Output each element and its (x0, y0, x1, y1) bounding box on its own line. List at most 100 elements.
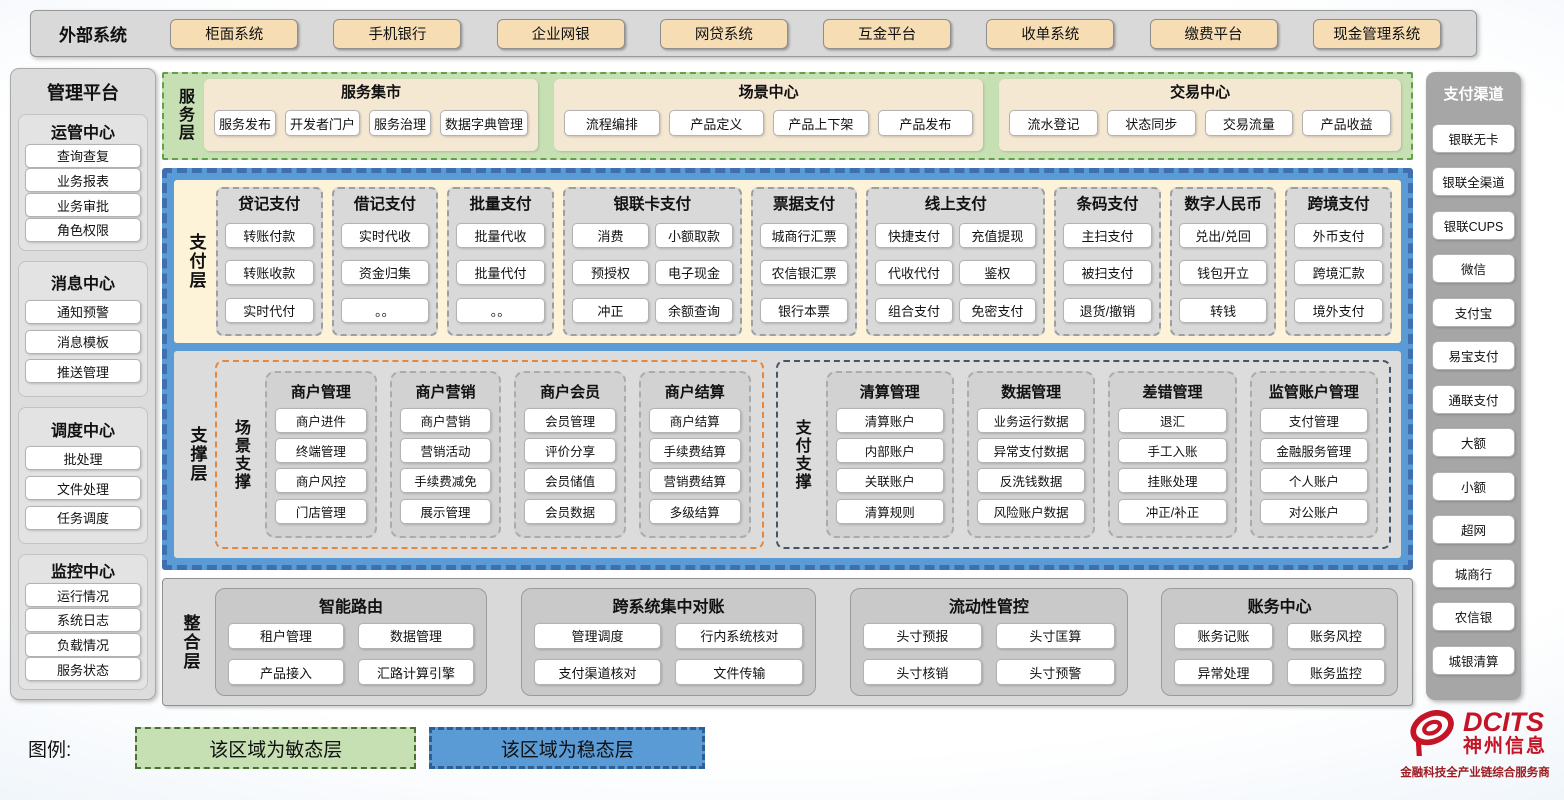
service-item-node: 状态同步 (1107, 110, 1196, 136)
payment-channel-items: 银联无卡银联全渠道银联CUPS微信支付宝易宝支付通联支付大额小额超网城商行农信银… (1432, 109, 1515, 689)
support-group: 监管账户管理支付管理金融服务管理个人账户对公账户 (1250, 371, 1378, 538)
payment-layer-label: 支付层 (183, 187, 209, 336)
integration-item-node: 账务风控 (1287, 623, 1385, 649)
management-item-node: 推送管理 (25, 359, 141, 383)
support-item-node: 会员数据 (524, 499, 616, 524)
payment-column-items: 实时代收资金归集。。 (339, 216, 432, 329)
integration-group: 跨系统集中对账管理调度行内系统核对支付渠道核对文件传输 (521, 588, 817, 696)
management-item-node: 任务调度 (25, 506, 141, 530)
integration-item-node: 行内系统核对 (675, 623, 803, 649)
payment-channel-node: 大额 (1432, 428, 1515, 457)
payment-item-node: 。。 (341, 298, 430, 323)
integration-group-items: 管理调度行内系统核对支付渠道核对文件传输 (534, 620, 804, 688)
management-item-node: 角色权限 (25, 218, 141, 242)
service-item-node: 产品定义 (669, 110, 765, 136)
management-item-node: 业务报表 (25, 168, 141, 192)
support-group: 商户会员会员管理评价分享会员储值会员数据 (514, 371, 626, 538)
support-group: 商户营销商户营销营销活动手续费减免展示管理 (390, 371, 502, 538)
support-group-title: 监管账户管理 (1260, 381, 1368, 402)
payment-item-node: 批量代付 (456, 260, 545, 285)
management-platform-panel: 管理平台 运管中心查询查复业务报表业务审批角色权限消息中心通知预警消息模板推送管… (10, 68, 156, 700)
support-item-node: 反洗钱数据 (977, 468, 1085, 493)
external-systems-bar: 外部系统 柜面系统手机银行企业网银网贷系统互金平台收单系统缴费平台现金管理系统 (30, 10, 1477, 57)
management-section-title: 调度中心 (25, 417, 141, 441)
payment-channel-node: 超网 (1432, 515, 1515, 544)
support-item-node: 业务运行数据 (977, 408, 1085, 433)
payment-item-node: 鉴权 (959, 260, 1036, 285)
support-item-node: 风险账户数据 (977, 499, 1085, 524)
support-item-node: 展示管理 (400, 499, 492, 524)
integration-item-node: 支付渠道核对 (534, 659, 662, 685)
external-system-node: 现金管理系统 (1313, 19, 1441, 49)
integration-layer-label: 整合层 (177, 588, 203, 696)
external-system-node: 柜面系统 (170, 19, 298, 49)
service-item-node: 流程编排 (564, 110, 660, 136)
integration-item-node: 头寸核销 (863, 659, 982, 685)
support-item-node: 评价分享 (524, 438, 616, 463)
payment-item-node: 充值提现 (959, 223, 1036, 248)
support-section: 支付支撑清算管理清算账户内部账户关联账户清算规则数据管理业务运行数据异常支付数据… (776, 360, 1391, 549)
payment-layer: 支付层 贷记支付转账付款转账收款实时代付借记支付实时代收资金归集。。批量支付批量… (174, 180, 1401, 343)
payment-item-node: 冲正 (572, 298, 649, 323)
integration-group: 智能路由租户管理数据管理产品接入汇路计算引擎 (215, 588, 487, 696)
external-systems-items: 柜面系统手机银行企业网银网贷系统互金平台收单系统缴费平台现金管理系统 (135, 19, 1476, 49)
integration-item-node: 数据管理 (358, 623, 474, 649)
service-group: 场景中心流程编排产品定义产品上下架产品发布 (554, 79, 983, 151)
support-item-node: 清算账户 (836, 408, 944, 433)
payment-column: 批量支付批量代收批量代付。。 (447, 187, 554, 336)
management-item-node: 负载情况 (25, 633, 141, 657)
payment-column: 借记支付实时代收资金归集。。 (332, 187, 439, 336)
support-item-node: 关联账户 (836, 468, 944, 493)
support-group: 商户管理商户进件终端管理商户风控门店管理 (265, 371, 377, 538)
support-group-title: 数据管理 (977, 381, 1085, 402)
service-item-node: 开发者门户 (285, 110, 360, 136)
payment-channel-node: 城商行 (1432, 559, 1515, 588)
integration-item-node: 产品接入 (228, 659, 344, 685)
support-item-node: 终端管理 (275, 438, 367, 463)
payment-item-node: 银行本票 (760, 298, 849, 323)
management-item-node: 通知预警 (25, 300, 141, 324)
payment-column: 跨境支付外币支付跨境汇款境外支付 (1285, 187, 1392, 336)
integration-group-title: 智能路由 (228, 593, 474, 617)
payment-column-items: 外币支付跨境汇款境外支付 (1292, 216, 1385, 329)
payment-item-node: 兑出/兑回 (1179, 223, 1268, 248)
payment-item-node: 代收代付 (875, 260, 952, 285)
integration-item-node: 头寸预警 (996, 659, 1115, 685)
service-groups: 服务集市服务发布开发者门户服务治理数据字典管理场景中心流程编排产品定义产品上下架… (204, 79, 1401, 151)
support-item-node: 金融服务管理 (1260, 438, 1368, 463)
support-group: 数据管理业务运行数据异常支付数据反洗钱数据风险账户数据 (967, 371, 1095, 538)
integration-layer: 整合层 智能路由租户管理数据管理产品接入汇路计算引擎跨系统集中对账管理调度行内系… (162, 578, 1413, 706)
payment-column-title: 批量支付 (454, 192, 547, 214)
management-platform-title: 管理平台 (18, 79, 148, 105)
service-group: 服务集市服务发布开发者门户服务治理数据字典管理 (204, 79, 538, 151)
integration-groups: 智能路由租户管理数据管理产品接入汇路计算引擎跨系统集中对账管理调度行内系统核对支… (215, 588, 1398, 696)
payment-column-title: 条码支付 (1061, 192, 1154, 214)
payment-item-node: 转账付款 (225, 223, 314, 248)
management-item-node: 批处理 (25, 446, 141, 470)
payment-column-title: 跨境支付 (1292, 192, 1385, 214)
service-item-node: 产品发布 (878, 110, 974, 136)
integration-item-node: 异常处理 (1174, 659, 1272, 685)
payment-item-node: 钱包开立 (1179, 260, 1268, 285)
service-layer-label: 服务层 (170, 79, 198, 151)
dcits-brand: DCITS (1463, 708, 1547, 737)
management-item-node: 运行情况 (25, 583, 141, 607)
management-item-node: 文件处理 (25, 476, 141, 500)
legend-stable-box: 该区域为稳态层 (429, 727, 705, 769)
payment-item-node: 电子现金 (655, 260, 732, 285)
payment-channel-node: 城银清算 (1432, 646, 1515, 675)
support-layer-label: 支撑层 (184, 360, 210, 549)
support-section-label: 场景支撑 (228, 371, 252, 538)
support-item-node: 手续费结算 (649, 438, 741, 463)
payment-channel-node: 小额 (1432, 472, 1515, 501)
payment-item-node: 余额查询 (655, 298, 732, 323)
payment-item-node: 跨境汇款 (1294, 260, 1383, 285)
support-group-title: 商户结算 (649, 381, 741, 402)
integration-group-items: 头寸预报头寸匡算头寸核销头寸预警 (863, 620, 1115, 688)
payment-item-node: 农信银汇票 (760, 260, 849, 285)
management-section: 调度中心批处理文件处理任务调度 (18, 407, 148, 544)
support-group-title: 商户会员 (524, 381, 616, 402)
payment-column-items: 兑出/兑回钱包开立转钱 (1177, 216, 1270, 329)
support-section: 场景支撑商户管理商户进件终端管理商户风控门店管理商户营销商户营销营销活动手续费减… (215, 360, 764, 549)
support-item-node: 营销费结算 (649, 468, 741, 493)
